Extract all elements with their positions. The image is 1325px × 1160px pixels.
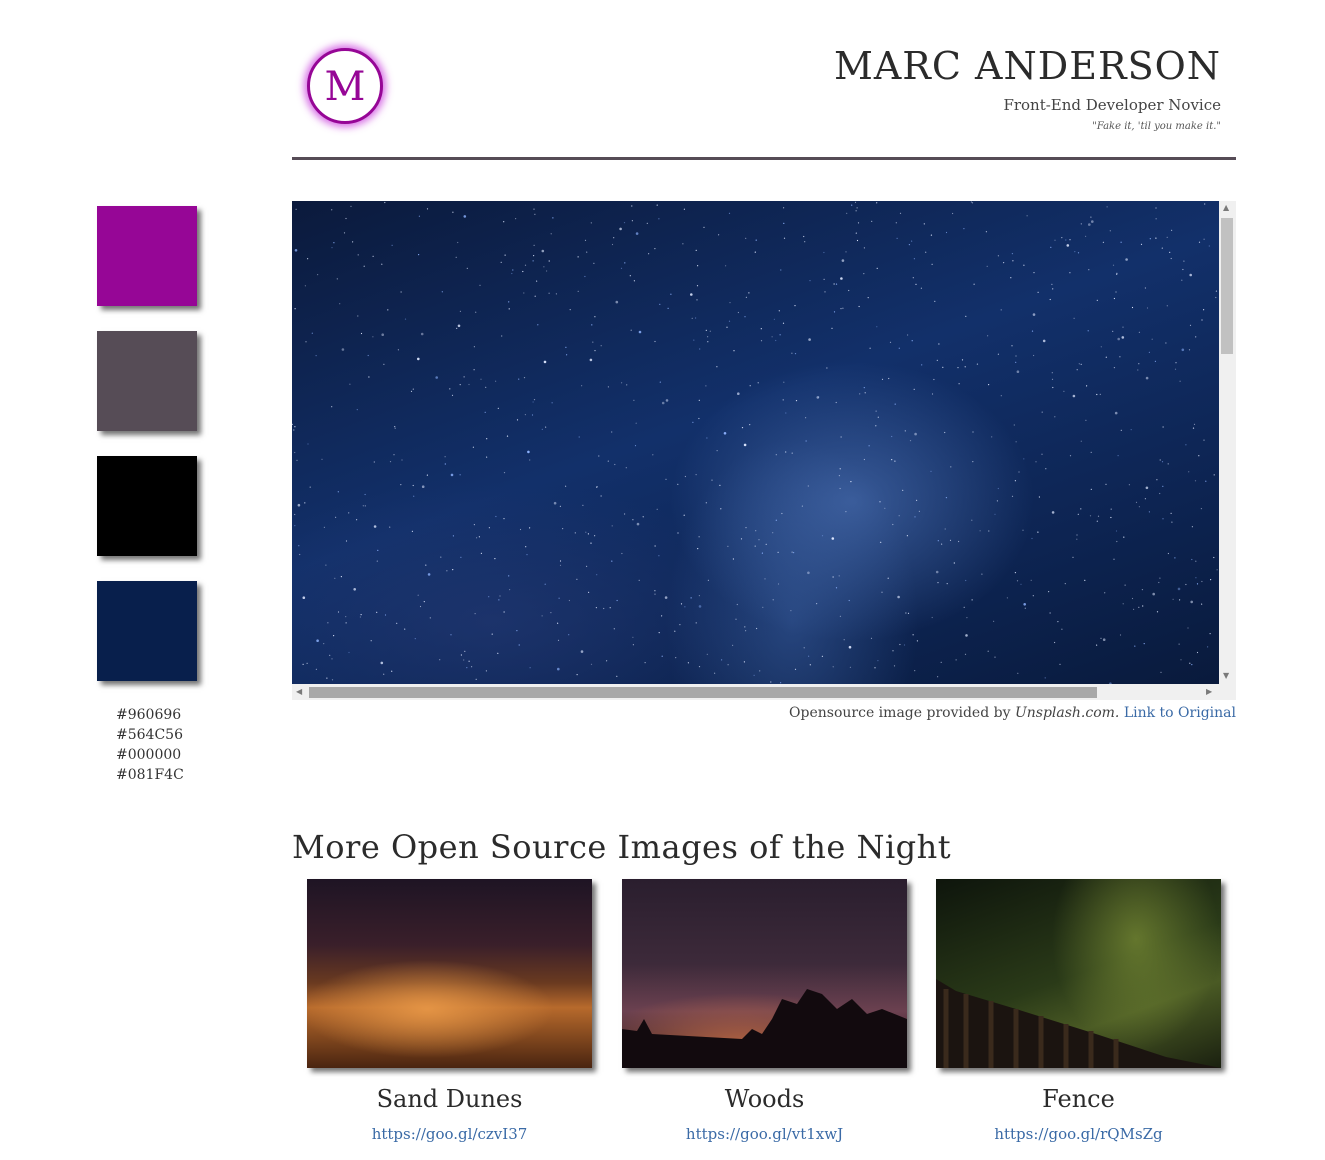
site-quote: "Fake it, 'til you make it." [1092,121,1221,132]
scroll-left-icon[interactable]: ◀ [296,688,302,696]
fence-silhouette [936,979,1221,1068]
gallery-image-woods[interactable] [622,879,907,1068]
gallery-item-link[interactable]: https://goo.gl/rQMsZg [936,1125,1221,1143]
horizontal-scroll-thumb[interactable] [309,687,1097,698]
scroll-right-icon[interactable]: ▶ [1206,688,1212,696]
image-credit: Opensource image provided by Unsplash.co… [789,705,1236,721]
color-hex: #960696 [116,707,182,723]
color-swatch-gray [97,331,197,431]
gallery-image-sand-dunes[interactable] [307,879,592,1068]
color-swatch-black [97,456,197,556]
color-hex: #081F4C [116,767,184,783]
scroll-down-icon[interactable]: ▼ [1223,672,1229,680]
vertical-scrollbar[interactable]: ▲ ▼ [1219,201,1236,684]
gallery-title: More Open Source Images of the Night [292,828,952,866]
color-swatch-purple [97,206,197,306]
main-image-viewer[interactable]: ▲ ▼ ◀ ▶ [292,201,1236,700]
header-divider [292,157,1236,160]
logo-letter: M [324,64,366,110]
gallery-item-title: Fence [1042,1085,1115,1113]
scroll-up-icon[interactable]: ▲ [1223,204,1229,212]
site-name: MARC ANDERSON [833,44,1221,88]
gallery-image-fence[interactable] [936,879,1221,1068]
gallery-caption: Fence https://goo.gl/rQMsZg [936,1085,1221,1143]
gallery-item-link[interactable]: https://goo.gl/czvI37 [307,1125,592,1143]
color-hex: #564C56 [116,727,183,743]
gallery-item-link[interactable]: https://goo.gl/vt1xwJ [622,1125,907,1143]
main-image-night-sky [292,201,1219,684]
gallery-caption: Woods https://goo.gl/vt1xwJ [622,1085,907,1143]
link-to-original[interactable]: Link to Original [1124,705,1236,721]
gallery-item-title: Sand Dunes [376,1085,523,1113]
credit-prefix: Opensource image provided by [789,705,1011,721]
color-hex-list: #960696 #564C56 #000000 #081F4C [116,705,184,785]
credit-source: Unsplash.com. [1014,705,1120,721]
horizontal-scrollbar[interactable]: ◀ ▶ [292,684,1219,700]
star-field [292,201,1218,684]
vertical-scroll-thumb[interactable] [1221,218,1233,354]
logo: M [307,48,383,124]
site-role: Front-End Developer Novice [1003,96,1221,114]
gallery-item-title: Woods [724,1085,805,1113]
tree-silhouette [622,989,907,1068]
gallery-caption: Sand Dunes https://goo.gl/czvI37 [307,1085,592,1143]
color-hex: #000000 [116,747,182,763]
color-swatch-navy [97,581,197,681]
